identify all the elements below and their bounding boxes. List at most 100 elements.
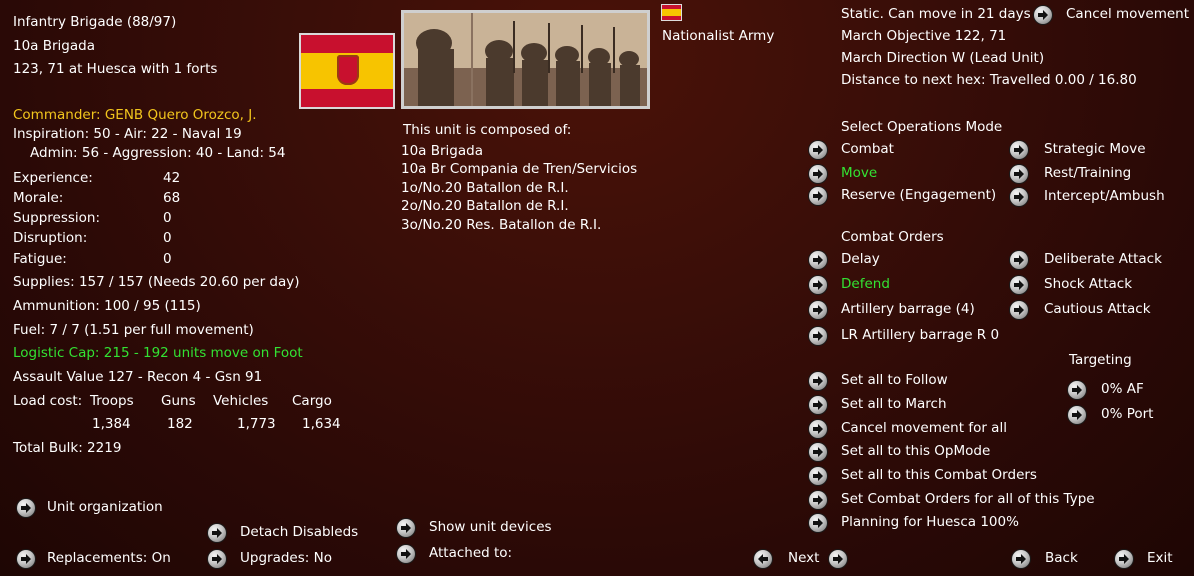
arrow-right-icon [813, 400, 823, 410]
stat-value-morale: 68 [163, 190, 181, 206]
order-cautious-attack-label[interactable]: Cautious Attack [1044, 301, 1151, 317]
load-header-cargo: Cargo [292, 393, 332, 409]
opmode-combat-label[interactable]: Combat [841, 141, 894, 157]
army-name: Nationalist Army [662, 28, 775, 44]
arrow-right-icon [813, 145, 823, 155]
cancel-movement-button[interactable] [1034, 6, 1052, 24]
opmode-strategic-move-label[interactable]: Strategic Move [1044, 141, 1146, 157]
order-defend-button[interactable] [809, 276, 827, 294]
composition-title: This unit is composed of: [403, 122, 572, 138]
exit-label[interactable]: Exit [1147, 550, 1173, 566]
replacements-label[interactable]: Replacements: On [47, 550, 171, 566]
opmode-intercept-button[interactable] [1010, 188, 1028, 206]
set-all-combat-orders-button[interactable] [809, 467, 827, 485]
detach-disableds-button[interactable] [208, 524, 226, 542]
next-button[interactable] [829, 550, 847, 568]
set-combat-orders-type-label[interactable]: Set Combat Orders for all of this Type [841, 491, 1095, 507]
combat-orders-title: Combat Orders [841, 229, 944, 245]
planning-button[interactable] [809, 514, 827, 532]
opmode-intercept-label[interactable]: Intercept/Ambush [1044, 188, 1165, 204]
load-value-cargo: 1,634 [302, 416, 341, 432]
exit-button[interactable] [1115, 550, 1133, 568]
planning-label[interactable]: Planning for Huesca 100% [841, 514, 1019, 530]
upgrades-label[interactable]: Upgrades: No [240, 550, 332, 566]
commander-ratings-2: Admin: 56 - Aggression: 40 - Land: 54 [30, 145, 286, 161]
upgrades-button[interactable] [208, 550, 226, 568]
composition-item: 1o/No.20 Batallon de R.I. [401, 180, 569, 196]
targeting-af-button[interactable] [1068, 381, 1086, 399]
arrow-right-icon [813, 169, 823, 179]
set-combat-orders-type-button[interactable] [809, 491, 827, 509]
targeting-af-label[interactable]: 0% AF [1101, 381, 1144, 397]
set-all-march-label[interactable]: Set all to March [841, 396, 947, 412]
arrow-right-icon [813, 255, 823, 265]
targeting-port-button[interactable] [1068, 406, 1086, 424]
cancel-movement-all-button[interactable] [809, 420, 827, 438]
unit-organization-button[interactable] [17, 499, 35, 517]
order-deliberate-attack-label[interactable]: Deliberate Attack [1044, 251, 1162, 267]
detach-disableds-label[interactable]: Detach Disableds [240, 524, 358, 540]
arrow-right-icon [813, 424, 823, 434]
opmode-reserve-label[interactable]: Reserve (Engagement) [841, 187, 996, 203]
unit-designation: 10a Brigada [13, 38, 95, 54]
cancel-movement-label[interactable]: Cancel movement [1066, 6, 1189, 22]
stat-label-experience: Experience: [13, 170, 93, 186]
stat-label-disruption: Disruption: [13, 230, 88, 246]
show-unit-devices-label[interactable]: Show unit devices [429, 519, 552, 535]
opmode-move-label[interactable]: Move [841, 165, 877, 181]
set-all-opmode-button[interactable] [809, 443, 827, 461]
composition-item: 10a Brigada [401, 143, 483, 159]
ops-mode-title: Select Operations Mode [841, 119, 1003, 135]
stat-value-disruption: 0 [163, 230, 172, 246]
arrow-right-icon [813, 305, 823, 315]
set-all-follow-label[interactable]: Set all to Follow [841, 372, 948, 388]
order-deliberate-attack-button[interactable] [1010, 251, 1028, 269]
commander-ratings-1: Inspiration: 50 - Air: 22 - Naval 19 [13, 126, 242, 142]
opmode-reserve-button[interactable] [809, 187, 827, 205]
load-header-troops: Troops [90, 393, 134, 409]
back-button[interactable] [1012, 550, 1030, 568]
arrow-right-icon [813, 280, 823, 290]
order-lr-artillery-label[interactable]: LR Artillery barrage R 0 [841, 327, 999, 343]
cancel-movement-all-label[interactable]: Cancel movement for all [841, 420, 1007, 436]
next-label[interactable]: Next [788, 550, 819, 566]
attached-to-button[interactable] [397, 545, 415, 563]
composition-item: 2o/No.20 Batallon de R.I. [401, 198, 569, 214]
set-all-follow-button[interactable] [809, 372, 827, 390]
arrow-right-icon [1014, 255, 1024, 265]
opmode-rest-training-label[interactable]: Rest/Training [1044, 165, 1131, 181]
opmode-move-button[interactable] [809, 165, 827, 183]
order-lr-artillery-button[interactable] [809, 327, 827, 345]
arrow-right-icon [1016, 554, 1026, 564]
opmode-combat-button[interactable] [809, 141, 827, 159]
set-all-march-button[interactable] [809, 396, 827, 414]
replacements-button[interactable] [17, 550, 35, 568]
order-artillery-button[interactable] [809, 301, 827, 319]
arrow-right-icon [1014, 169, 1024, 179]
stat-label-suppression: Suppression: [13, 210, 101, 226]
order-defend-label[interactable]: Defend [841, 276, 890, 292]
targeting-port-label[interactable]: 0% Port [1101, 406, 1153, 422]
unit-organization-label[interactable]: Unit organization [47, 499, 163, 515]
composition-item: 3o/No.20 Res. Batallon de R.I. [401, 217, 602, 233]
opmode-strategic-move-button[interactable] [1010, 141, 1028, 159]
set-all-combat-orders-label[interactable]: Set all to this Combat Orders [841, 467, 1037, 483]
order-artillery-label[interactable]: Artillery barrage (4) [841, 301, 975, 317]
attached-to-label[interactable]: Attached to: [429, 545, 512, 561]
order-shock-attack-button[interactable] [1010, 276, 1028, 294]
order-cautious-attack-button[interactable] [1010, 301, 1028, 319]
order-shock-attack-label[interactable]: Shock Attack [1044, 276, 1132, 292]
arrow-right-icon [401, 523, 411, 533]
back-label[interactable]: Back [1045, 550, 1078, 566]
spain-flag-image [299, 33, 395, 109]
opmode-rest-training-button[interactable] [1010, 165, 1028, 183]
previous-button[interactable] [754, 550, 772, 568]
arrow-right-icon [813, 191, 823, 201]
set-all-opmode-label[interactable]: Set all to this OpMode [841, 443, 990, 459]
order-delay-label[interactable]: Delay [841, 251, 880, 267]
arrow-right-icon [1014, 280, 1024, 290]
arrow-right-icon [1014, 305, 1024, 315]
order-delay-button[interactable] [809, 251, 827, 269]
assault-value-text: Assault Value 127 - Recon 4 - Gsn 91 [13, 369, 263, 385]
show-unit-devices-button[interactable] [397, 519, 415, 537]
